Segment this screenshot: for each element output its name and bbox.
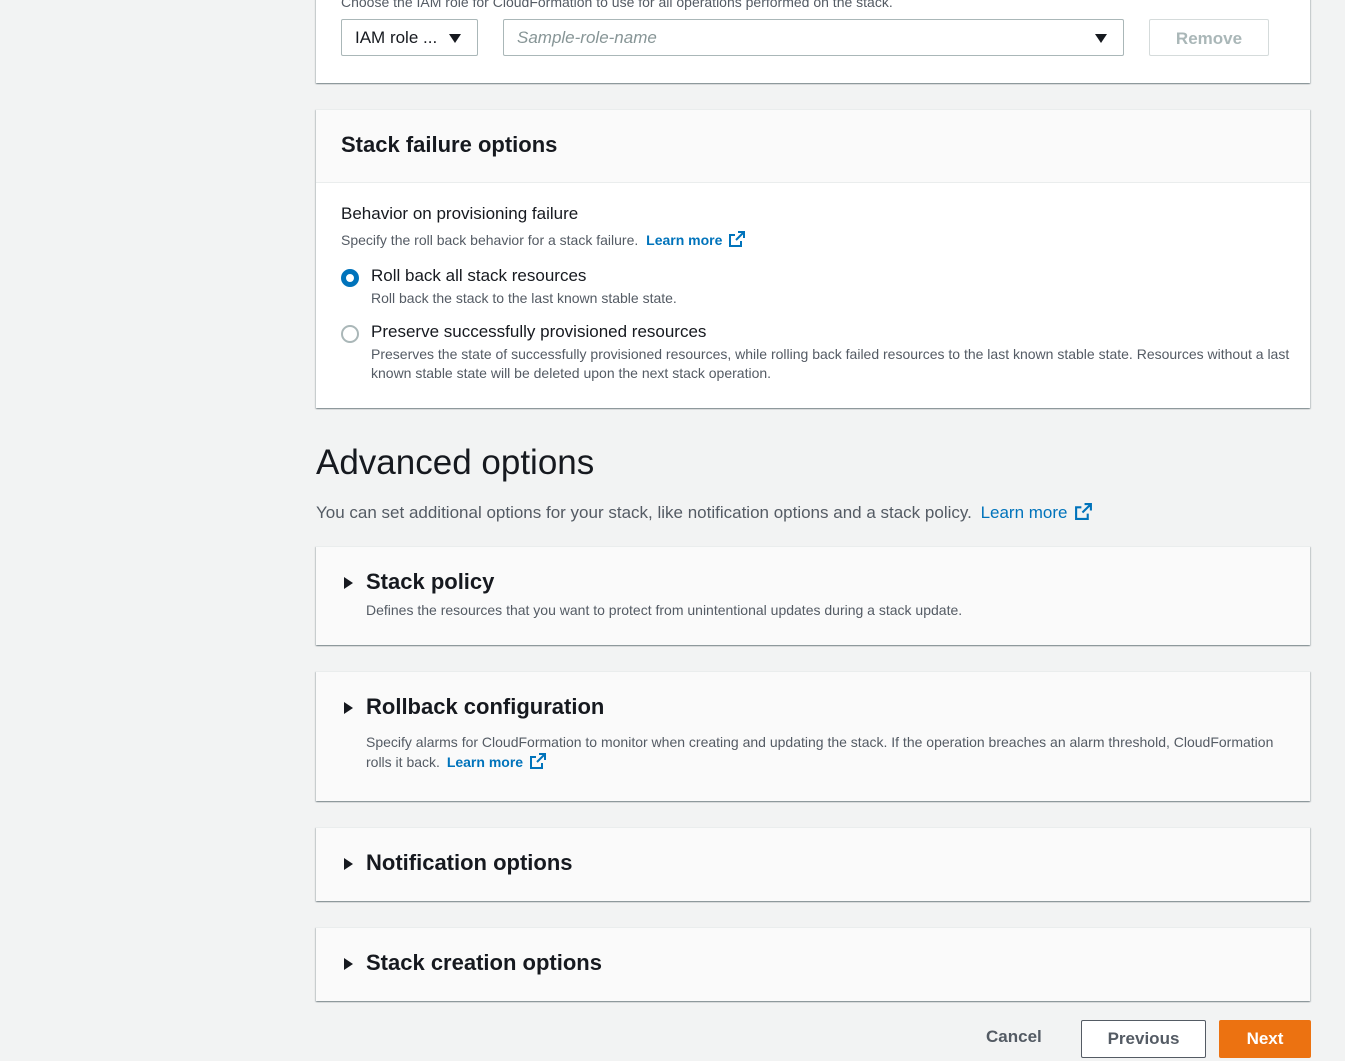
radio-preserve-resources[interactable] — [341, 325, 359, 343]
external-link-icon — [1074, 503, 1092, 520]
permissions-panel: Choose the IAM role for CloudFormation t… — [316, 0, 1310, 83]
stack-creation-options-section[interactable]: Stack creation options — [316, 927, 1310, 1001]
advanced-options-title: Advanced options — [316, 443, 595, 482]
stack-creation-options-title[interactable]: Stack creation options — [366, 950, 602, 976]
behavior-label: Behavior on provisioning failure — [341, 204, 579, 223]
role-name-placeholder: Sample-role-name — [517, 28, 657, 47]
radio-rollback-all-desc: Roll back the stack to the last known st… — [371, 290, 677, 306]
rollback-configuration-desc: Specify alarms for CloudFormation to mon… — [366, 732, 1286, 772]
iam-type-value: IAM role ... — [355, 28, 438, 47]
radio-rollback-all[interactable] — [341, 269, 359, 287]
stack-failure-panel: Stack failure options Behavior on provis… — [316, 109, 1310, 408]
stack-policy-section[interactable]: Stack policy Defines the resources that … — [316, 546, 1310, 645]
behavior-description-text: Specify the roll back behavior for a sta… — [341, 232, 639, 248]
behavior-description: Specify the roll back behavior for a sta… — [341, 230, 746, 248]
external-link-icon — [530, 753, 547, 769]
expand-arrow-icon[interactable] — [344, 858, 353, 870]
notification-options-section[interactable]: Notification options — [316, 827, 1310, 901]
advanced-learn-more-link[interactable]: Learn more — [981, 503, 1093, 522]
rollback-configuration-section[interactable]: Rollback configuration Specify alarms fo… — [316, 671, 1310, 801]
caret-down-icon — [1095, 34, 1107, 43]
radio-preserve-resources-label[interactable]: Preserve successfully provisioned resour… — [371, 322, 706, 342]
learn-more-text: Learn more — [446, 754, 524, 770]
expand-arrow-icon[interactable] — [344, 577, 353, 589]
rollback-learn-more-link[interactable]: Learn more — [446, 753, 547, 770]
next-button[interactable]: Next — [1219, 1020, 1311, 1058]
rollback-configuration-title[interactable]: Rollback configuration — [366, 694, 604, 720]
stack-failure-header: Stack failure options — [316, 110, 1310, 183]
expand-arrow-icon[interactable] — [344, 958, 353, 970]
remove-button[interactable]: Remove — [1149, 19, 1269, 56]
iam-role-name-select[interactable]: Sample-role-name — [503, 19, 1124, 56]
stack-policy-title[interactable]: Stack policy — [366, 569, 494, 595]
stack-failure-title: Stack failure options — [341, 132, 558, 157]
external-link-icon — [729, 231, 746, 247]
learn-more-text: Learn more — [980, 503, 1068, 522]
iam-type-select[interactable]: IAM role ... — [341, 19, 478, 56]
learn-more-text: Learn more — [646, 232, 723, 248]
radio-preserve-resources-desc: Preserves the state of successfully prov… — [371, 346, 1290, 381]
cancel-button[interactable]: Cancel — [986, 1027, 1042, 1047]
advanced-options-description: You can set additional options for your … — [316, 502, 1093, 523]
previous-button[interactable]: Previous — [1081, 1020, 1206, 1058]
learn-more-link[interactable]: Learn more — [646, 231, 746, 248]
iam-role-description: Choose the IAM role for CloudFormation t… — [341, 0, 893, 10]
caret-down-icon — [449, 34, 461, 43]
notification-options-title[interactable]: Notification options — [366, 850, 573, 876]
radio-rollback-all-label[interactable]: Roll back all stack resources — [371, 266, 586, 286]
advanced-options-text: You can set additional options for your … — [316, 503, 972, 522]
stack-policy-desc: Defines the resources that you want to p… — [366, 602, 963, 618]
expand-arrow-icon[interactable] — [344, 702, 353, 714]
